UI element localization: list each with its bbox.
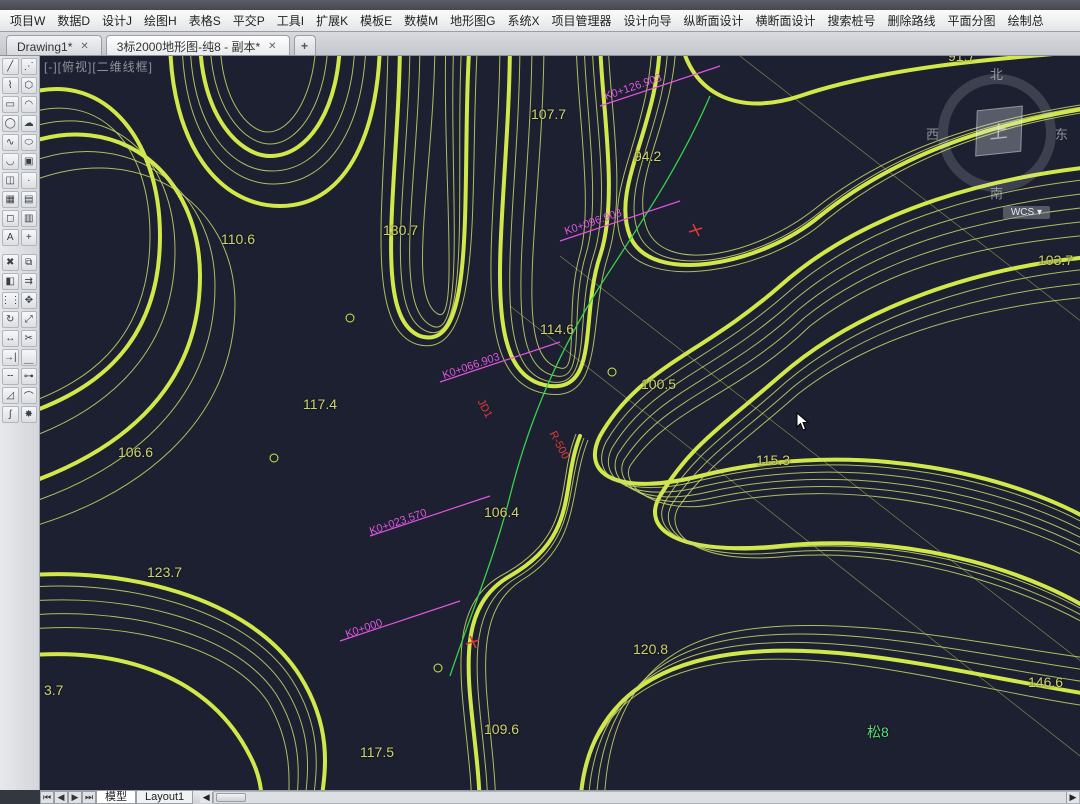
erase-tool[interactable]: ✖ — [2, 254, 19, 271]
ellipse-tool[interactable]: ⬭ — [21, 134, 38, 151]
compass-south: 南 — [990, 183, 1003, 202]
construction-line-tool[interactable]: ⋰ — [21, 58, 38, 75]
make-block-tool[interactable]: ◫ — [2, 172, 19, 189]
menu-drawgen[interactable]: 绘制总 — [1002, 10, 1050, 31]
arc-tool[interactable]: ◠ — [21, 96, 38, 113]
point-tool[interactable]: · — [21, 172, 38, 189]
menu-plan[interactable]: 平面分图 — [942, 10, 1002, 31]
revision-cloud-tool[interactable]: ☁ — [21, 115, 38, 132]
doc-tab-terrain[interactable]: 3标2000地形图-纯8 - 副本* ✕ — [106, 35, 290, 55]
close-icon[interactable]: ✕ — [78, 41, 90, 52]
circle-tool[interactable]: ◯ — [2, 115, 19, 132]
copy-tool[interactable]: ⧉ — [21, 254, 38, 271]
spline-tool[interactable]: ∿ — [2, 134, 19, 151]
compass-east: 东 — [1055, 124, 1068, 143]
last-tab-button[interactable]: ⏭ — [82, 791, 96, 804]
array-tool[interactable]: ⋮⋮ — [2, 292, 19, 309]
menu-draw[interactable]: 绘图H — [138, 10, 183, 31]
document-tabs: Drawing1* ✕ 3标2000地形图-纯8 - 副本* ✕ + — [0, 32, 1080, 56]
next-tab-button[interactable]: ▶ — [68, 791, 82, 804]
draw-toolbar: ╱⋰ ⌇⬡ ▭◠ ◯☁ ∿⬭ ◡▣ ◫· ▦▤ ◻▥ A+ ✖⧉ ◧⇉ ⋮⋮✥ … — [0, 56, 40, 790]
break-tool[interactable]: ╌ — [2, 368, 19, 385]
doc-tab-drawing1[interactable]: Drawing1* ✕ — [6, 35, 102, 55]
scroll-thumb[interactable] — [216, 793, 246, 802]
contour-lines: .cmaj{fill:none;stroke:#d2e84a;stroke-wi… — [40, 56, 1080, 790]
stretch-tool[interactable]: ↔ — [2, 330, 19, 347]
mtext-tool[interactable]: A — [2, 229, 19, 246]
rotate-tool[interactable]: ↻ — [2, 311, 19, 328]
prev-tab-button[interactable]: ◀ — [54, 791, 68, 804]
doc-tab-label: 3标2000地形图-纯8 - 副本* — [117, 38, 260, 55]
menu-projmgr[interactable]: 项目管理器 — [545, 10, 617, 31]
add-selected-tool[interactable]: + — [21, 229, 38, 246]
menu-project[interactable]: 项目W — [4, 10, 51, 31]
scroll-left-button[interactable]: ◀ — [200, 792, 213, 803]
line-tool[interactable]: ╱ — [2, 58, 19, 75]
gradient-tool[interactable]: ▤ — [21, 191, 38, 208]
compass-north: 北 — [990, 64, 1003, 83]
ellipse-arc-tool[interactable]: ◡ — [2, 153, 19, 170]
join-tool[interactable]: ⊶ — [21, 368, 38, 385]
view-cube[interactable]: 上 北 南 东 西 — [932, 68, 1062, 198]
explode-tool[interactable]: ✸ — [21, 406, 38, 423]
move-tool[interactable]: ✥ — [21, 292, 37, 309]
insert-block-tool[interactable]: ▣ — [21, 153, 38, 170]
compass-west: 西 — [926, 124, 939, 143]
close-icon[interactable]: ✕ — [266, 41, 278, 52]
horizontal-scrollbar[interactable]: ◀ ▶ — [213, 791, 1080, 804]
menu-cross[interactable]: 横断面设计 — [750, 10, 822, 31]
wcs-badge[interactable]: WCS ▾ — [1003, 206, 1050, 219]
scroll-right-button[interactable]: ▶ — [1066, 792, 1079, 803]
menu-dtm[interactable]: 数模M — [398, 10, 444, 31]
menu-intersection[interactable]: 平交P — [227, 10, 271, 31]
menu-system[interactable]: 系统X — [501, 10, 545, 31]
drawing-canvas[interactable]: [-][俯视][二维线框] .cmaj{fill:none;stroke:#d2… — [40, 56, 1080, 790]
polyline-tool[interactable]: ⌇ — [2, 77, 19, 94]
offset-tool[interactable]: ⇉ — [21, 273, 38, 290]
blend-tool[interactable]: ∫ — [2, 406, 19, 423]
menu-template[interactable]: 模板E — [354, 10, 398, 31]
menu-bar: 项目W 数据D 设计J 绘图H 表格S 平交P 工具I 扩展K 模板E 数模M … — [0, 10, 1080, 32]
extend-tool[interactable]: →| — [2, 349, 19, 366]
fillet-tool[interactable]: ⌒ — [21, 387, 38, 404]
trim-tool[interactable]: ✂ — [21, 330, 38, 347]
scale-tool[interactable]: ⤢ — [21, 311, 38, 328]
hatch-tool[interactable]: ▦ — [2, 191, 19, 208]
rectangle-tool[interactable]: ▭ — [2, 96, 19, 113]
polygon-tool[interactable]: ⬡ — [21, 77, 38, 94]
new-tab-button[interactable]: + — [294, 35, 316, 55]
menu-extend[interactable]: 扩展K — [310, 10, 354, 31]
mirror-tool[interactable]: ◧ — [2, 273, 19, 290]
break-at-point-tool[interactable]: ⸏ — [21, 349, 38, 366]
menu-profile[interactable]: 纵断面设计 — [677, 10, 749, 31]
doc-tab-label: Drawing1* — [17, 40, 72, 54]
layout-tab-bar: ⏮ ◀ ▶ ⏭ 模型 Layout1 ◀ ▶ — [40, 790, 1080, 804]
menu-search[interactable]: 搜索桩号 — [822, 10, 882, 31]
table-tool[interactable]: ▥ — [21, 210, 38, 227]
layout1-tab[interactable]: Layout1 — [136, 791, 193, 804]
menu-wizard[interactable]: 设计向导 — [617, 10, 677, 31]
title-bar — [0, 0, 1080, 10]
model-tab[interactable]: 模型 — [96, 791, 136, 804]
menu-design[interactable]: 设计J — [96, 10, 138, 31]
layout-tab-nav: ⏮ ◀ ▶ ⏭ — [40, 791, 96, 804]
menu-terrain[interactable]: 地形图G — [444, 10, 501, 31]
menu-data[interactable]: 数据D — [51, 10, 96, 31]
menu-delroute[interactable]: 删除路线 — [882, 10, 942, 31]
region-tool[interactable]: ◻ — [2, 210, 19, 227]
menu-tools[interactable]: 工具I — [271, 10, 310, 31]
menu-tables[interactable]: 表格S — [183, 10, 227, 31]
first-tab-button[interactable]: ⏮ — [40, 791, 54, 804]
chamfer-tool[interactable]: ◿ — [2, 387, 19, 404]
viewcube-top-face[interactable]: 上 — [975, 105, 1023, 156]
